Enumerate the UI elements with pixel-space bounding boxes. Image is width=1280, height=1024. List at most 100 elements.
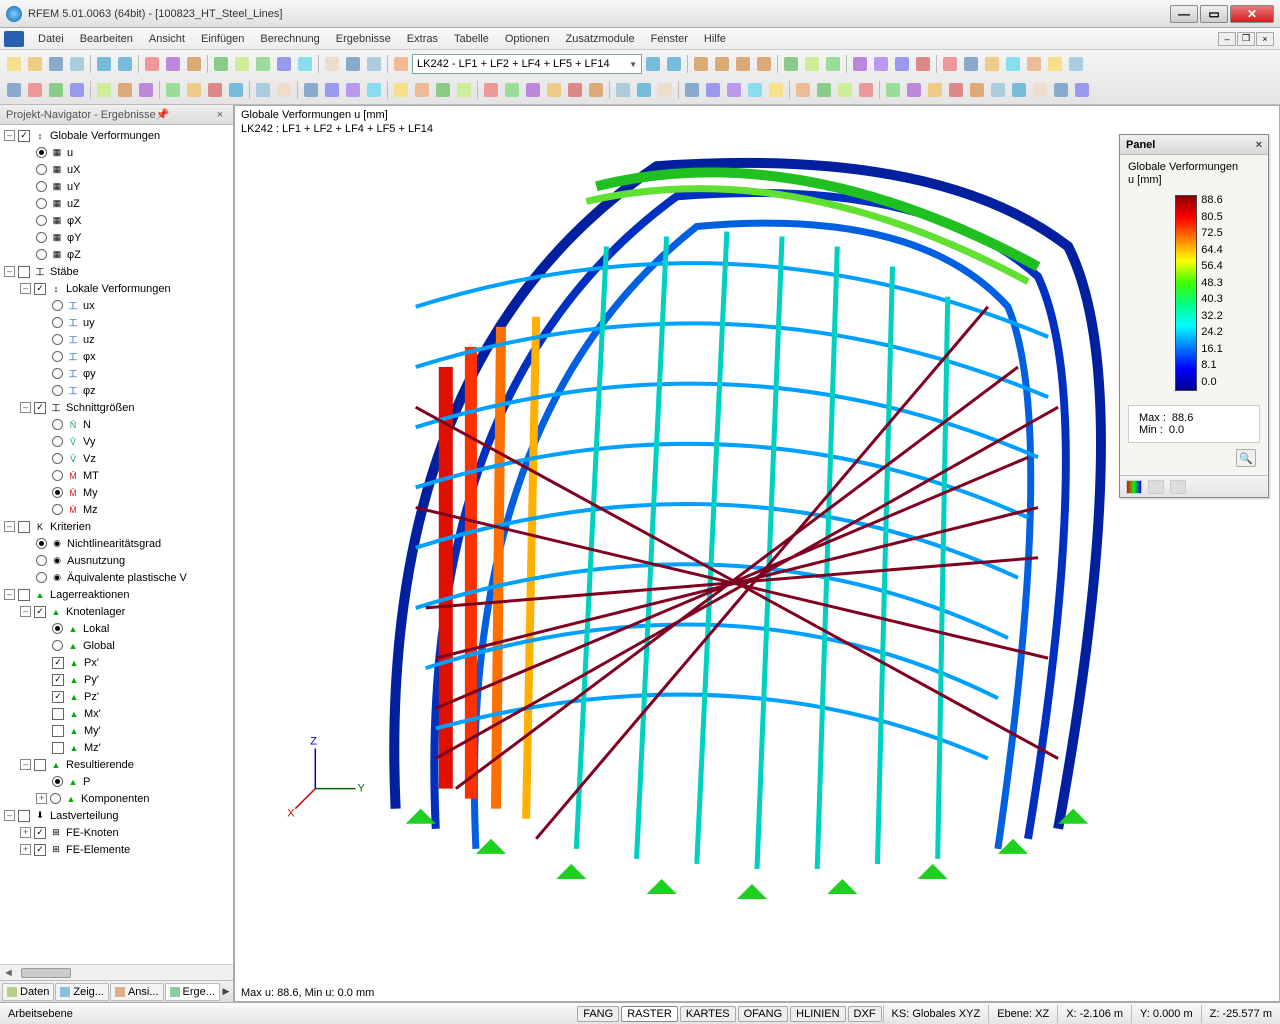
panel-close-button[interactable]: × bbox=[1256, 139, 1262, 151]
tree-local-uy[interactable]: 工uy bbox=[0, 314, 233, 331]
tree-local-phiy[interactable]: 工φy bbox=[0, 365, 233, 382]
menu-einfuegen[interactable]: Einfügen bbox=[193, 31, 252, 47]
toolbar-save-icon[interactable] bbox=[46, 54, 66, 74]
status-raster-button[interactable]: RASTER bbox=[621, 1006, 678, 1022]
toolbar-results-icon[interactable] bbox=[802, 54, 822, 74]
tb2-def-icon[interactable] bbox=[682, 80, 702, 100]
tb2-xz-icon[interactable] bbox=[586, 80, 606, 100]
tb2-extra9-icon[interactable] bbox=[1051, 80, 1071, 100]
toolbar-open-icon[interactable] bbox=[25, 54, 45, 74]
tree-lagerreaktionen[interactable]: –▲Lagerreaktionen bbox=[0, 586, 233, 603]
tb2-select-icon[interactable] bbox=[4, 80, 24, 100]
tree-local-phix[interactable]: 工φx bbox=[0, 348, 233, 365]
tb2-xy-icon[interactable] bbox=[544, 80, 564, 100]
toolbar-module2-icon[interactable] bbox=[871, 54, 891, 74]
window-maximize-button[interactable]: ▭ bbox=[1200, 5, 1228, 23]
tb2-color-icon[interactable] bbox=[793, 80, 813, 100]
tb2-render-icon[interactable] bbox=[364, 80, 384, 100]
checkbox[interactable] bbox=[52, 674, 64, 686]
toolbar-navigator-icon[interactable] bbox=[343, 54, 363, 74]
tb2-extra10-icon[interactable] bbox=[1072, 80, 1092, 100]
radio[interactable] bbox=[50, 793, 61, 804]
toolbar-table-icon[interactable] bbox=[322, 54, 342, 74]
status-dxf-button[interactable]: DXF bbox=[848, 1006, 882, 1022]
tree-Vz[interactable]: V̄Vz bbox=[0, 450, 233, 467]
tb2-node-icon[interactable] bbox=[25, 80, 45, 100]
tree-ausnutzung[interactable]: ◉Ausnutzung bbox=[0, 552, 233, 569]
tb2-wire-icon[interactable] bbox=[301, 80, 321, 100]
radio[interactable] bbox=[52, 385, 63, 396]
tree-phiz[interactable]: ▦φZ bbox=[0, 246, 233, 263]
toolbar-print-icon[interactable] bbox=[67, 54, 87, 74]
tree-schnittgroessen[interactable]: –工Schnittgrößen bbox=[0, 399, 233, 416]
tree-My[interactable]: M̄My bbox=[0, 484, 233, 501]
tree-phiy[interactable]: ▦φY bbox=[0, 229, 233, 246]
expand-icon[interactable]: – bbox=[4, 266, 15, 277]
tree-lokal[interactable]: ▲Lokal bbox=[0, 620, 233, 637]
expand-icon[interactable]: – bbox=[20, 402, 31, 413]
toolbar-axes-icon[interactable] bbox=[940, 54, 960, 74]
menu-datei[interactable]: Datei bbox=[30, 31, 72, 47]
tb2-trans-icon[interactable] bbox=[343, 80, 363, 100]
mdi-restore-button[interactable]: ❐ bbox=[1237, 32, 1255, 46]
tb2-yz-icon[interactable] bbox=[565, 80, 585, 100]
panel-tab-color-icon[interactable] bbox=[1126, 480, 1142, 494]
tree-kriterien[interactable]: –KKriterien bbox=[0, 518, 233, 535]
toolbar-panel-icon[interactable] bbox=[364, 54, 384, 74]
tree-lastverteilung[interactable]: –⬇Lastverteilung bbox=[0, 807, 233, 824]
tb2-extra4-icon[interactable] bbox=[946, 80, 966, 100]
menu-extras[interactable]: Extras bbox=[399, 31, 446, 47]
tb2-z-icon[interactable] bbox=[523, 80, 543, 100]
nav-tab-daten[interactable]: Daten bbox=[2, 983, 54, 1001]
tree-knotenlager[interactable]: –▲Knotenlager bbox=[0, 603, 233, 620]
radio[interactable] bbox=[52, 436, 63, 447]
tb2-extra1-icon[interactable] bbox=[883, 80, 903, 100]
checkbox[interactable] bbox=[52, 725, 64, 737]
navigator-close-button[interactable]: × bbox=[213, 109, 227, 121]
menu-ansicht[interactable]: Ansicht bbox=[141, 31, 193, 47]
tb2-support-icon[interactable] bbox=[163, 80, 183, 100]
toolbar-next-lc-icon[interactable] bbox=[664, 54, 684, 74]
tb2-extra6-icon[interactable] bbox=[988, 80, 1008, 100]
nav-tab-ansichten[interactable]: Ansi... bbox=[110, 983, 164, 1001]
expand-icon[interactable]: + bbox=[20, 844, 31, 855]
checkbox[interactable] bbox=[34, 283, 46, 295]
tree-Vy[interactable]: V̄Vy bbox=[0, 433, 233, 450]
tree-local-uz[interactable]: 工uz bbox=[0, 331, 233, 348]
tree-lokale-verformungen[interactable]: –↕Lokale Verformungen bbox=[0, 280, 233, 297]
radio[interactable] bbox=[36, 555, 47, 566]
tb2-lineload-icon[interactable] bbox=[226, 80, 246, 100]
tree-px[interactable]: ▲Px' bbox=[0, 654, 233, 671]
tb2-filter-icon[interactable] bbox=[613, 80, 633, 100]
tree-pz[interactable]: ▲Pz' bbox=[0, 688, 233, 705]
panel-tab-factor-icon[interactable] bbox=[1148, 480, 1164, 494]
toolbar-zoom-all-icon[interactable] bbox=[253, 54, 273, 74]
toolbar-paste-icon[interactable] bbox=[184, 54, 204, 74]
tree-plastisch[interactable]: ◉Äquivalente plastische V bbox=[0, 569, 233, 586]
radio[interactable] bbox=[52, 419, 63, 430]
panel-zoom-button[interactable]: 🔍 bbox=[1236, 449, 1256, 467]
tb2-solid-icon[interactable] bbox=[115, 80, 135, 100]
tb2-text-icon[interactable] bbox=[274, 80, 294, 100]
toolbar-lc-icon[interactable] bbox=[391, 54, 411, 74]
tree-nonlin[interactable]: ◉Nichtlinearitätsgrad bbox=[0, 535, 233, 552]
toolbar-redo-icon[interactable] bbox=[115, 54, 135, 74]
radio[interactable] bbox=[36, 249, 47, 260]
toolbar-module3-icon[interactable] bbox=[892, 54, 912, 74]
radio[interactable] bbox=[52, 640, 63, 651]
tb2-diag-icon[interactable] bbox=[766, 80, 786, 100]
navigator-pin-icon[interactable]: 📌 bbox=[156, 108, 170, 121]
tb2-extra7-icon[interactable] bbox=[1009, 80, 1029, 100]
tree-local-ux[interactable]: 工ux bbox=[0, 297, 233, 314]
tree-Mz[interactable]: M̄Mz bbox=[0, 501, 233, 518]
tb2-force-icon[interactable] bbox=[703, 80, 723, 100]
nav-tab-ergebnisse[interactable]: Erge... bbox=[165, 983, 220, 1001]
toolbar-find-icon[interactable] bbox=[211, 54, 231, 74]
radio[interactable] bbox=[36, 572, 47, 583]
tb2-num-icon[interactable] bbox=[391, 80, 411, 100]
expand-icon[interactable]: – bbox=[4, 130, 15, 141]
toolbar-module4-icon[interactable] bbox=[913, 54, 933, 74]
tb2-line-icon[interactable] bbox=[46, 80, 66, 100]
tb2-iso-icon[interactable] bbox=[814, 80, 834, 100]
toolbar-view-x-icon[interactable] bbox=[712, 54, 732, 74]
